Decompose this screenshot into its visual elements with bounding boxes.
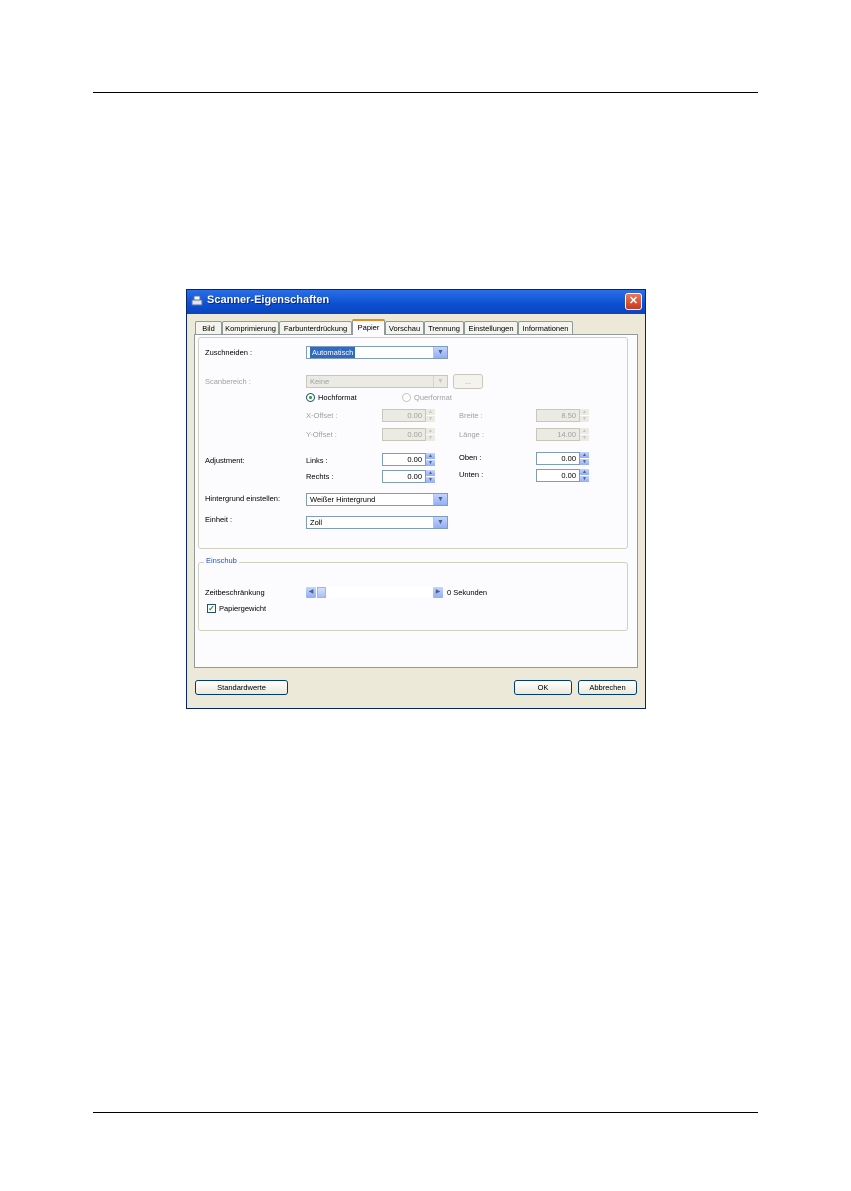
spin-up-icon[interactable]: ▲ [580, 428, 589, 434]
scanbereich-more-button[interactable]: ... [453, 374, 483, 389]
abbrechen-button[interactable]: Abbrechen [578, 680, 637, 695]
xoffset-label: X-Offset : [306, 411, 338, 420]
zuschneiden-label: Zuschneiden : [205, 348, 253, 357]
links-value[interactable]: 0.00 [382, 453, 426, 466]
querformat-label: Querformat [414, 393, 452, 402]
spin-down-icon[interactable]: ▼ [426, 435, 435, 441]
hintergrund-value: Weißer Hintergrund [310, 495, 376, 504]
papiergewicht-checkbox[interactable]: ✓ [207, 604, 216, 613]
standardwerte-button[interactable]: Standardwerte [195, 680, 288, 695]
einheit-value: Zoll [310, 518, 323, 527]
spin-down-icon[interactable]: ▼ [426, 416, 435, 422]
spin-up-icon[interactable]: ▲ [426, 409, 435, 415]
tab-trennung[interactable]: Trennung [424, 321, 464, 334]
rechts-value[interactable]: 0.00 [382, 470, 426, 483]
tab-bild[interactable]: Bild [195, 321, 222, 334]
breite-label: Breite : [459, 411, 483, 420]
scanner-icon [191, 295, 203, 306]
spin-down-icon[interactable]: ▼ [580, 435, 589, 441]
papier-panel: Zuschneiden : Automatisch ▼ Scanbereich … [194, 334, 638, 668]
yoffset-label: Y-Offset : [306, 430, 337, 439]
chevron-down-icon: ▼ [433, 376, 447, 387]
zuschneiden-select[interactable]: Automatisch ▼ [306, 346, 448, 359]
chevron-right-icon[interactable]: ▶ [433, 587, 443, 598]
spin-up-icon[interactable]: ▲ [426, 453, 435, 459]
spin-down-icon[interactable]: ▼ [426, 460, 435, 466]
zuschneiden-value: Automatisch [310, 347, 356, 358]
laenge-spinner[interactable]: 14.00 ▲ ▼ [536, 428, 590, 441]
adjustment-label: Adjustment: [205, 456, 245, 465]
spin-up-icon[interactable]: ▲ [580, 452, 589, 458]
spin-up-icon[interactable]: ▲ [426, 428, 435, 434]
breite-value[interactable]: 8.50 [536, 409, 580, 422]
chevron-down-icon: ▼ [433, 494, 447, 505]
einheit-label: Einheit : [205, 515, 233, 524]
spin-down-icon[interactable]: ▼ [580, 476, 589, 482]
links-label: Links : [306, 456, 328, 465]
window-title: Scanner-Eigenschaften [207, 294, 330, 306]
tab-informationen[interactable]: Informationen [518, 321, 573, 334]
xoffset-spinner[interactable]: 0.00 ▲ ▼ [382, 409, 436, 422]
zeitbeschraenkung-label: Zeitbeschränkung [205, 588, 265, 597]
scanbereich-value: Keine [310, 377, 330, 386]
slider-thumb[interactable] [317, 587, 326, 598]
spin-down-icon[interactable]: ▼ [580, 416, 589, 422]
spin-down-icon[interactable]: ▼ [426, 477, 435, 483]
unten-label: Unten : [459, 470, 484, 479]
papiergewicht-label: Papiergewicht [219, 604, 267, 613]
oben-value[interactable]: 0.00 [536, 452, 580, 465]
hochformat-label: Hochformat [318, 393, 357, 402]
zeitbeschraenkung-slider[interactable]: ◀ ▶ [306, 587, 443, 598]
hintergrund-select[interactable]: Weißer Hintergrund ▼ [306, 493, 448, 506]
tab-vorschau[interactable]: Vorschau [385, 321, 424, 334]
spin-up-icon[interactable]: ▲ [580, 409, 589, 415]
spin-down-icon[interactable]: ▼ [580, 459, 589, 465]
oben-label: Oben : [459, 453, 482, 462]
scanner-properties-dialog: Scanner-Eigenschaften ✕ Bild Komprimieru… [186, 289, 646, 709]
footer-rule [93, 1112, 758, 1113]
header-rule [93, 92, 758, 93]
rechts-label: Rechts : [306, 472, 334, 481]
querformat-radio[interactable] [402, 393, 411, 402]
scanbereich-select[interactable]: Keine ▼ [306, 375, 448, 388]
xoffset-value[interactable]: 0.00 [382, 409, 426, 422]
hintergrund-label: Hintergrund einstellen: [205, 494, 281, 503]
chevron-down-icon: ▼ [433, 347, 447, 358]
scanbereich-label: Scanbereich : [205, 377, 251, 386]
tab-einstellungen[interactable]: Einstellungen [464, 321, 518, 334]
hochformat-radio[interactable] [306, 393, 315, 402]
chevron-down-icon: ▼ [433, 517, 447, 528]
close-icon: ✕ [628, 295, 639, 307]
oben-spinner[interactable]: 0.00 ▲ ▼ [536, 452, 590, 465]
laenge-value[interactable]: 14.00 [536, 428, 580, 441]
breite-spinner[interactable]: 8.50 ▲ ▼ [536, 409, 590, 422]
yoffset-spinner[interactable]: 0.00 ▲ ▼ [382, 428, 436, 441]
zeitbeschraenkung-value: 0 Sekunden [447, 588, 488, 597]
einheit-select[interactable]: Zoll ▼ [306, 516, 448, 529]
links-spinner[interactable]: 0.00 ▲ ▼ [382, 453, 436, 466]
spin-up-icon[interactable]: ▲ [426, 470, 435, 476]
tab-farbunterdrueckung[interactable]: Farbunterdrückung [279, 321, 352, 334]
ok-button[interactable]: OK [514, 680, 572, 695]
close-button[interactable]: ✕ [625, 293, 642, 310]
spin-up-icon[interactable]: ▲ [580, 469, 589, 475]
chevron-left-icon[interactable]: ◀ [306, 587, 316, 598]
tab-papier[interactable]: Papier [352, 319, 385, 335]
tab-komprimierung[interactable]: Komprimierung [222, 321, 279, 334]
rechts-spinner[interactable]: 0.00 ▲ ▼ [382, 470, 436, 483]
einschub-legend: Einschub [204, 556, 239, 566]
unten-value[interactable]: 0.00 [536, 469, 580, 482]
title-bar: Scanner-Eigenschaften ✕ [187, 290, 645, 314]
unten-spinner[interactable]: 0.00 ▲ ▼ [536, 469, 590, 482]
laenge-label: Länge : [459, 430, 485, 439]
yoffset-value[interactable]: 0.00 [382, 428, 426, 441]
